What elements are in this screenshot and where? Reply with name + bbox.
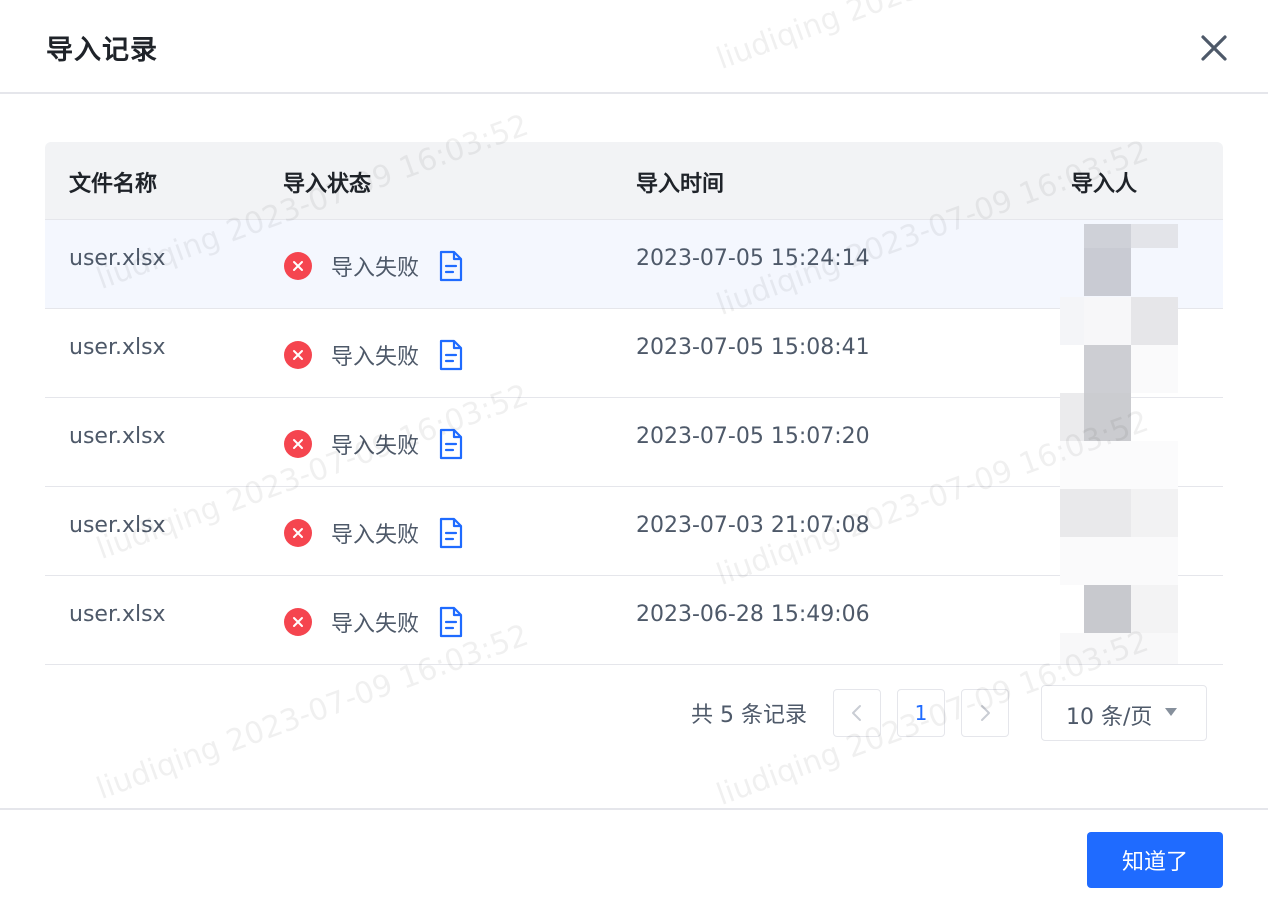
column-header-time: 导入时间	[636, 172, 725, 197]
mosaic-block	[1084, 248, 1131, 296]
mosaic-block	[1060, 537, 1178, 585]
file-name-cell: user.xlsx	[69, 424, 166, 449]
mosaic-block	[1131, 585, 1178, 633]
error-icon	[284, 341, 312, 369]
mosaic-block	[1060, 633, 1178, 664]
close-icon	[1201, 35, 1227, 61]
column-header-importer: 导入人	[1071, 172, 1138, 197]
file-name-cell: user.xlsx	[69, 246, 166, 271]
mosaic-block	[1084, 585, 1131, 633]
dialog-title: 导入记录	[46, 35, 158, 66]
file-name-cell: user.xlsx	[69, 335, 166, 360]
dialog-header: 导入记录	[0, 0, 1268, 94]
chevron-left-icon	[852, 705, 861, 721]
mosaic-block	[1060, 489, 1131, 537]
import-records-dialog: 导入记录 文件名称 导入状态 导入时间 导入人 user.xlsx 导入失败 2…	[0, 0, 1268, 904]
caret-down-icon	[1165, 708, 1177, 716]
import-time-cell: 2023-07-05 15:07:20	[636, 424, 870, 449]
mosaic-block	[1131, 297, 1178, 345]
mosaic-block	[1131, 224, 1178, 248]
close-button[interactable]	[1196, 30, 1232, 66]
table-row[interactable]: user.xlsx 导入失败 2023-07-05 15:08:41	[45, 309, 1223, 398]
error-icon	[284, 252, 312, 280]
status-cell: 导入失败	[283, 517, 465, 549]
file-detail-icon[interactable]	[437, 428, 465, 460]
file-detail-icon[interactable]	[437, 250, 465, 282]
status-text: 导入失败	[331, 523, 420, 548]
page-size-select[interactable]: 10 条/页	[1041, 685, 1207, 741]
status-text: 导入失败	[331, 256, 420, 281]
prev-page-button[interactable]	[833, 689, 881, 737]
total-records: 共 5 条记录	[691, 703, 807, 728]
error-icon	[284, 519, 312, 547]
status-cell: 导入失败	[283, 339, 465, 371]
table-row[interactable]: user.xlsx 导入失败 2023-07-05 15:07:20	[45, 398, 1223, 487]
import-time-cell: 2023-06-28 15:49:06	[636, 602, 870, 627]
file-name-cell: user.xlsx	[69, 513, 166, 538]
mosaic-block	[1084, 297, 1131, 345]
table-row[interactable]: user.xlsx 导入失败 2023-07-05 15:24:14	[45, 220, 1223, 309]
status-cell: 导入失败	[283, 250, 465, 282]
column-header-file-name: 文件名称	[69, 172, 158, 197]
status-text: 导入失败	[331, 434, 420, 459]
mosaic-block	[1131, 345, 1178, 393]
import-time-cell: 2023-07-03 21:07:08	[636, 513, 870, 538]
redacted-importer-mosaic	[1060, 224, 1178, 664]
error-icon	[284, 608, 312, 636]
import-time-cell: 2023-07-05 15:24:14	[636, 246, 870, 271]
status-text: 导入失败	[331, 612, 420, 637]
status-text: 导入失败	[331, 345, 420, 370]
page-number-button[interactable]: 1	[897, 689, 945, 737]
records-table: 文件名称 导入状态 导入时间 导入人 user.xlsx 导入失败 2023-0…	[45, 142, 1223, 665]
status-cell: 导入失败	[283, 606, 465, 638]
mosaic-block	[1060, 393, 1084, 441]
pagination: 共 5 条记录 1 10 条/页	[0, 685, 1268, 741]
file-detail-icon[interactable]	[437, 606, 465, 638]
next-page-button[interactable]	[961, 689, 1009, 737]
dialog-footer: 知道了	[0, 808, 1268, 904]
import-time-cell: 2023-07-05 15:08:41	[636, 335, 870, 360]
mosaic-block	[1060, 297, 1084, 345]
mosaic-block	[1131, 489, 1178, 537]
ok-button[interactable]: 知道了	[1087, 832, 1223, 888]
mosaic-block	[1084, 393, 1131, 441]
file-name-cell: user.xlsx	[69, 602, 166, 627]
status-cell: 导入失败	[283, 428, 465, 460]
table-row[interactable]: user.xlsx 导入失败 2023-06-28 15:49:06	[45, 576, 1223, 665]
page-size-value: 10 条/页	[1066, 705, 1153, 730]
file-detail-icon[interactable]	[437, 517, 465, 549]
mosaic-block	[1084, 345, 1131, 393]
mosaic-block	[1060, 441, 1178, 489]
chevron-right-icon	[981, 705, 990, 721]
column-header-status: 导入状态	[283, 172, 372, 197]
table-header: 文件名称 导入状态 导入时间 导入人	[45, 142, 1223, 220]
error-icon	[284, 430, 312, 458]
file-detail-icon[interactable]	[437, 339, 465, 371]
table-row[interactable]: user.xlsx 导入失败 2023-07-03 21:07:08	[45, 487, 1223, 576]
